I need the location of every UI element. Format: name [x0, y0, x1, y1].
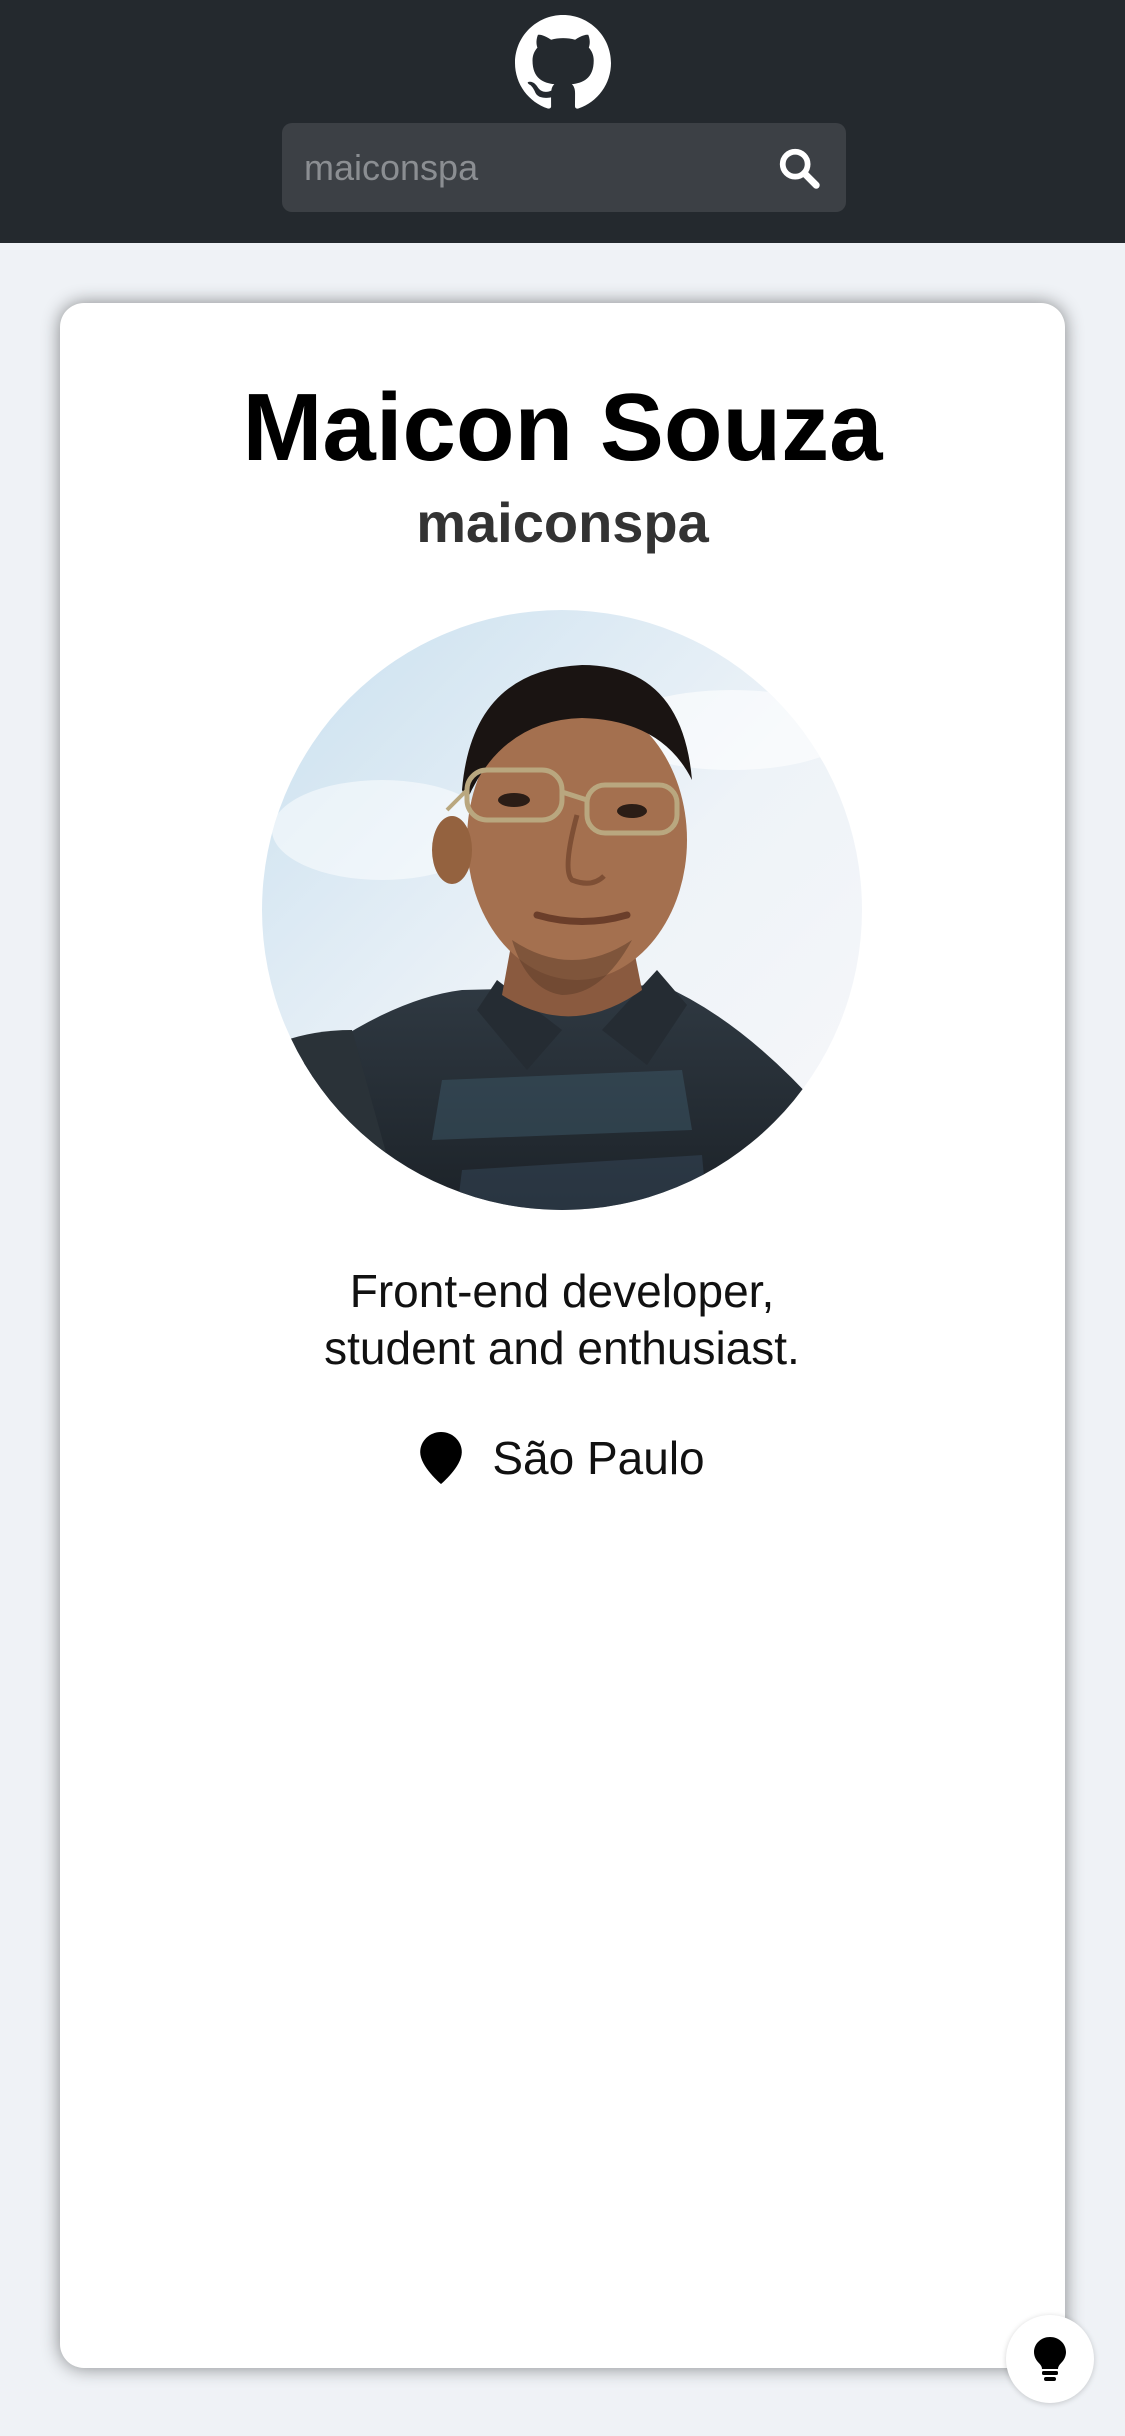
- profile-bio: Front-end developer, student and enthusi…: [162, 1263, 962, 1377]
- search-icon[interactable]: [776, 145, 822, 191]
- search-input[interactable]: [304, 123, 764, 212]
- profile-card: Maicon Souza maiconspa Front-end develop…: [60, 303, 1065, 2368]
- avatar: [262, 610, 862, 1210]
- location-text: São Paulo: [492, 1432, 705, 1484]
- avatar-photo: [262, 610, 862, 1210]
- search-box: [282, 123, 846, 212]
- bio-line: Front-end developer,: [349, 1265, 775, 1317]
- profile-name: Maicon Souza: [242, 374, 883, 481]
- theme-toggle-button[interactable]: [1006, 2315, 1094, 2403]
- bio-line: student and enthusiast.: [324, 1322, 800, 1374]
- github-icon[interactable]: [515, 15, 611, 111]
- profile-location: São Paulo: [60, 1423, 1065, 1493]
- top-bar: [0, 0, 1125, 243]
- profile-username: maiconspa: [416, 491, 709, 554]
- lightbulb-icon: [1034, 2337, 1066, 2381]
- map-pin-icon: [420, 1432, 463, 1484]
